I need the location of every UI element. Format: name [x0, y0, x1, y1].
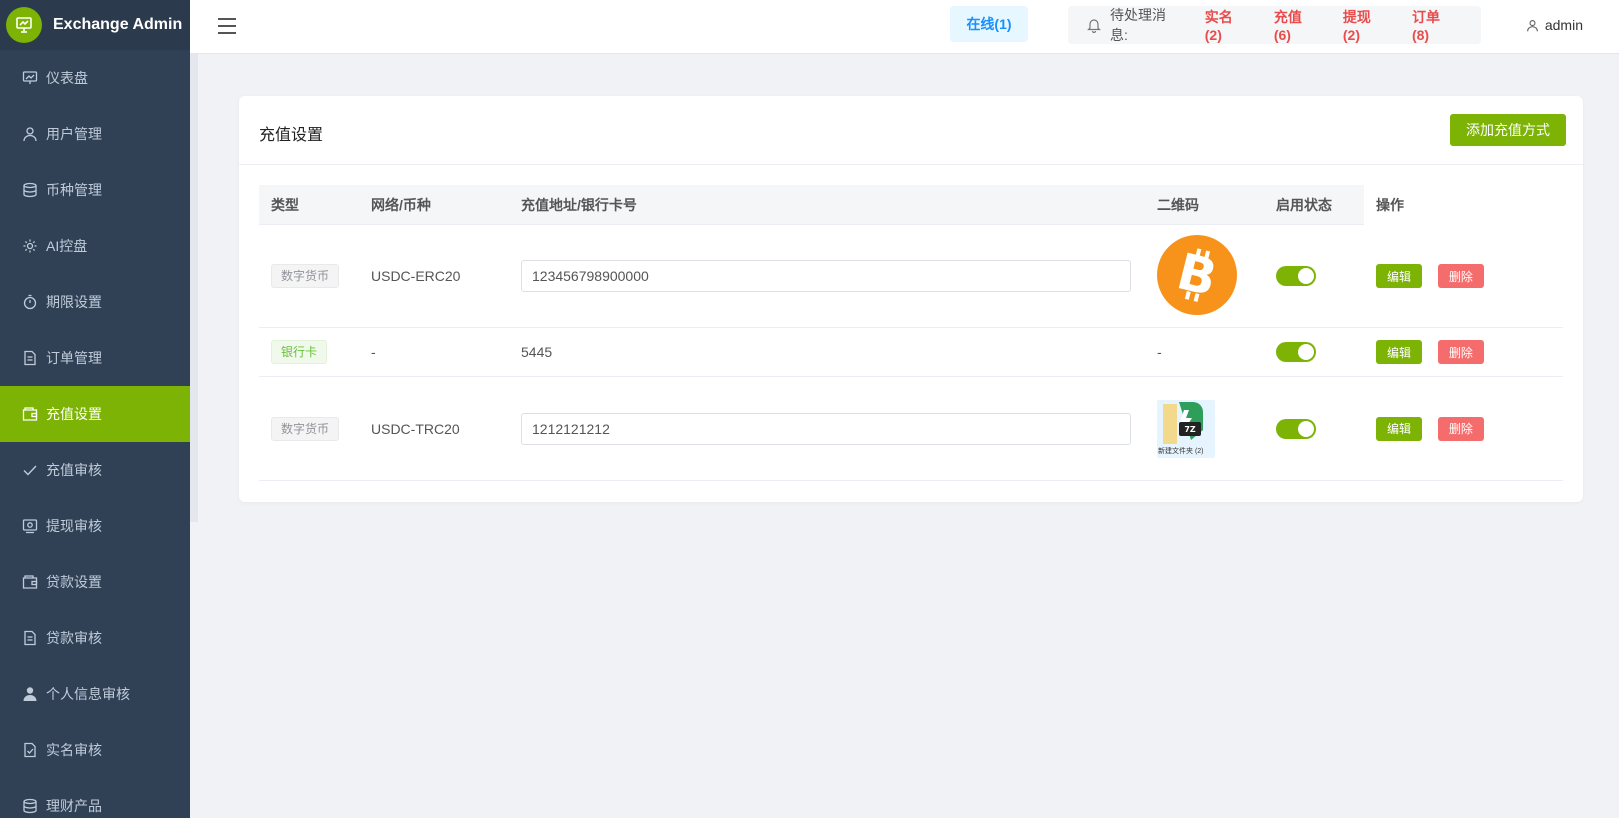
timer-icon: [22, 294, 38, 310]
sidebar-item-term-settings[interactable]: 期限设置: [0, 274, 190, 330]
sidebar-item-label: 贷款审核: [46, 630, 102, 646]
pending-label: 待处理消息:: [1109, 7, 1166, 43]
wallet-icon: [22, 574, 38, 590]
column-header-qr: 二维码: [1157, 196, 1199, 213]
sidebar-item-kyc-review[interactable]: 实名审核: [0, 722, 190, 778]
sidebar-item-label: 充值设置: [46, 406, 102, 422]
sidebar-item-ai-control[interactable]: AI控盘: [0, 218, 190, 274]
table-row: 数字货币 USDC-ERC20 B 编辑 删除: [259, 225, 1563, 328]
enable-switch[interactable]: [1276, 342, 1316, 362]
app-title: Exchange Admin: [53, 16, 183, 33]
address-input[interactable]: [521, 412, 1131, 445]
sidebar-item-recharge-review[interactable]: 充值审核: [0, 442, 190, 498]
network-cell: USDC-TRC20: [371, 420, 460, 437]
delete-button[interactable]: 删除: [1437, 264, 1484, 288]
sidebar-item-label: 提现审核: [46, 518, 102, 534]
add-recharge-method-button[interactable]: 添加充值方式: [1450, 114, 1566, 146]
recharge-settings-card: 充值设置 添加充值方式 类型 网络/币种 充值地址/银行卡号 二维码 启用状态 …: [239, 96, 1583, 502]
sidebar-item-label: 理财产品: [46, 798, 102, 814]
menu-toggle-icon[interactable]: [218, 17, 236, 35]
table-row: 银行卡 - 5445 - 编辑 删除: [259, 328, 1563, 377]
address-cell: 5445: [521, 344, 553, 360]
document-icon: [22, 350, 38, 366]
sidebar-item-label: 实名审核: [46, 742, 102, 758]
column-header-status: 启用状态: [1276, 196, 1332, 213]
type-tag: 数字货币: [271, 264, 340, 288]
check-icon: [22, 462, 38, 478]
sidebar-scrollbar[interactable]: [190, 0, 198, 522]
sidebar-item-personal-info-review[interactable]: 个人信息审核: [0, 666, 190, 722]
sidebar-item-label: 币种管理: [46, 182, 102, 198]
sidebar-item-users[interactable]: 用户管理: [0, 106, 190, 162]
network-cell: -: [371, 344, 376, 360]
top-header: 在线(1) 待处理消息: 实名(2) 充值(6) 提现(2) 订单(8) adm…: [190, 0, 1619, 54]
username: admin: [1544, 17, 1583, 33]
table-row: 数字货币 USDC-TRC20 7Z 新建文件夹 (2) 编辑: [259, 377, 1563, 481]
enable-switch[interactable]: [1276, 266, 1316, 286]
sidebar-item-wealth-products[interactable]: 理财产品: [0, 778, 190, 818]
sidebar-item-label: 个人信息审核: [46, 686, 130, 702]
user-icon: [1526, 19, 1538, 31]
document-check-icon: [22, 742, 38, 758]
sidebar-item-withdraw-review[interactable]: 提现审核: [0, 498, 190, 554]
column-header-address: 充值地址/银行卡号: [521, 196, 637, 213]
pending-messages: 待处理消息: 实名(2) 充值(6) 提现(2) 订单(8): [1068, 6, 1481, 44]
recharge-methods-table: 类型 网络/币种 充值地址/银行卡号 二维码 启用状态 操作 数字货币 USDC…: [259, 184, 1563, 481]
sidebar-item-label: 充值审核: [46, 462, 102, 478]
person-icon: [22, 686, 38, 702]
brand[interactable]: Exchange Admin: [0, 0, 190, 50]
bell-icon: [1087, 19, 1101, 33]
sidebar-item-loan-settings[interactable]: 贷款设置: [0, 554, 190, 610]
gear-icon: [22, 238, 38, 254]
type-tag: 银行卡: [271, 340, 328, 364]
address-input[interactable]: [521, 260, 1131, 292]
column-header-type: 类型: [271, 196, 299, 213]
sidebar-item-label: 期限设置: [46, 294, 102, 310]
database-icon: [22, 182, 38, 198]
column-header-network: 网络/币种: [371, 196, 431, 213]
user-icon: [22, 126, 38, 142]
bitcoin-logo-icon[interactable]: B: [1157, 234, 1237, 315]
archive-badge: 7Z: [1184, 425, 1196, 434]
qr-thumbnail[interactable]: 7Z 新建文件夹 (2): [1157, 399, 1215, 458]
pending-withdraw-link[interactable]: 提现(2): [1343, 7, 1388, 43]
column-header-actions: 操作: [1364, 184, 1563, 225]
qr-caption: 新建文件夹 (2): [1158, 447, 1204, 455]
delete-button[interactable]: 删除: [1437, 340, 1484, 364]
type-tag: 数字货币: [271, 416, 340, 441]
edit-button[interactable]: 编辑: [1376, 340, 1423, 364]
sidebar-item-coins[interactable]: 币种管理: [0, 162, 190, 218]
sidebar-item-recharge-settings[interactable]: 充值设置: [0, 386, 190, 442]
sidebar-item-label: 贷款设置: [46, 574, 102, 590]
user-menu[interactable]: admin: [1526, 17, 1583, 33]
pending-orders-link[interactable]: 订单(8): [1412, 7, 1457, 43]
sidebar-item-label: AI控盘: [46, 238, 88, 254]
page-title: 充值设置: [259, 127, 324, 144]
sidebar-item-orders[interactable]: 订单管理: [0, 330, 190, 386]
sidebar-item-loan-review[interactable]: 贷款审核: [0, 610, 190, 666]
online-count-badge[interactable]: 在线(1): [950, 6, 1028, 42]
table-header: 类型 网络/币种 充值地址/银行卡号 二维码 启用状态 操作: [259, 184, 1563, 225]
sidebar-item-label: 仪表盘: [46, 70, 88, 86]
edit-button[interactable]: 编辑: [1376, 416, 1423, 441]
dashboard-icon: [22, 70, 38, 86]
presentation-chart-icon: [6, 7, 42, 43]
withdraw-icon: [22, 518, 38, 534]
sidebar-item-dashboard[interactable]: 仪表盘: [0, 50, 190, 106]
delete-button[interactable]: 删除: [1437, 416, 1484, 441]
card-header: 充值设置 添加充值方式: [239, 96, 1583, 165]
enable-switch[interactable]: [1276, 418, 1316, 439]
database-icon: [22, 798, 38, 814]
sidebar: Exchange Admin 仪表盘 用户管理 币种管理 AI控盘 期限设置 订…: [0, 0, 190, 818]
wallet-icon: [22, 406, 38, 422]
network-cell: USDC-ERC20: [371, 268, 461, 284]
sidebar-item-label: 用户管理: [46, 126, 102, 142]
pending-recharge-link[interactable]: 充值(6): [1274, 7, 1319, 43]
edit-button[interactable]: 编辑: [1376, 264, 1423, 288]
qr-cell: -: [1157, 344, 1162, 360]
sidebar-item-label: 订单管理: [46, 350, 102, 366]
document-icon: [22, 630, 38, 646]
pending-kyc-link[interactable]: 实名(2): [1205, 7, 1250, 43]
